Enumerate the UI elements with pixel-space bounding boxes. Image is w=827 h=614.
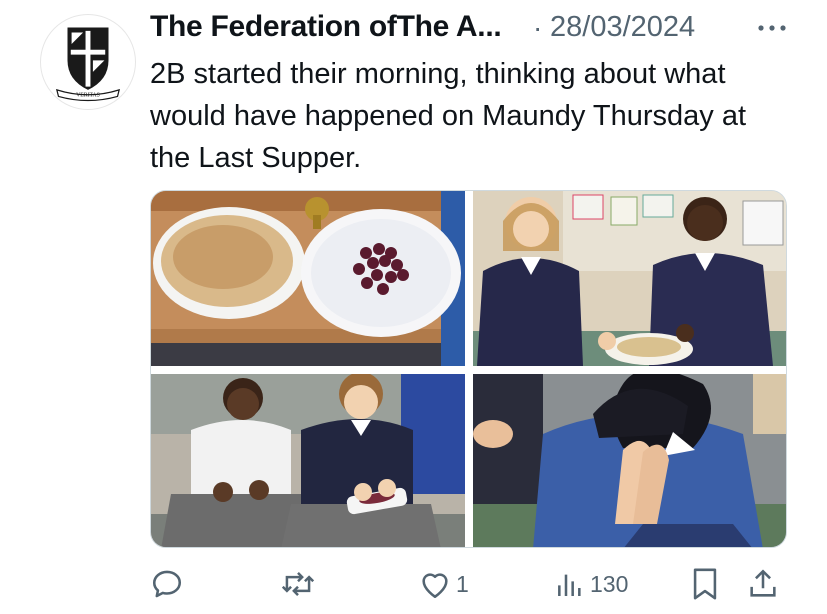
views-count: 130 <box>590 570 629 597</box>
avatar[interactable]: VERITAS <box>40 14 136 110</box>
heart-icon <box>422 573 448 599</box>
school-crest-icon: VERITAS <box>55 27 121 102</box>
media-image-bread-grapes[interactable] <box>151 191 465 366</box>
views-button[interactable]: 130 <box>554 562 628 606</box>
views-icon <box>558 574 581 596</box>
more-horizontal-icon <box>758 25 786 31</box>
bookmark-icon <box>693 568 717 600</box>
repost-icon <box>281 572 315 596</box>
more-options-button[interactable] <box>754 16 790 40</box>
tweet-date[interactable]: 28/03/2024 <box>550 11 695 44</box>
avatar-motto: VERITAS <box>76 92 100 98</box>
reply-icon <box>152 570 182 598</box>
share-button[interactable] <box>746 562 780 606</box>
media-image-pupils-plate[interactable] <box>473 191 786 366</box>
like-count: 1 <box>456 570 469 597</box>
author-name[interactable]: The Federation ofThe A... <box>150 10 502 44</box>
separator-dot: · <box>533 12 543 43</box>
share-icon <box>750 569 776 597</box>
repost-button[interactable] <box>280 562 320 606</box>
media-image-boys-sitting[interactable] <box>151 374 465 547</box>
tweet-header: The Federation ofThe A... · 28/03/2024 <box>150 8 790 50</box>
media-image-praying-pupil[interactable] <box>473 374 786 547</box>
bookmark-button[interactable] <box>690 562 720 606</box>
tweet-text: 2B started their morning, thinking about… <box>150 58 747 174</box>
reply-button[interactable] <box>150 562 188 606</box>
action-bar: 1 130 <box>150 562 790 606</box>
like-button[interactable]: 1 <box>418 562 469 606</box>
media-grid <box>150 190 787 548</box>
